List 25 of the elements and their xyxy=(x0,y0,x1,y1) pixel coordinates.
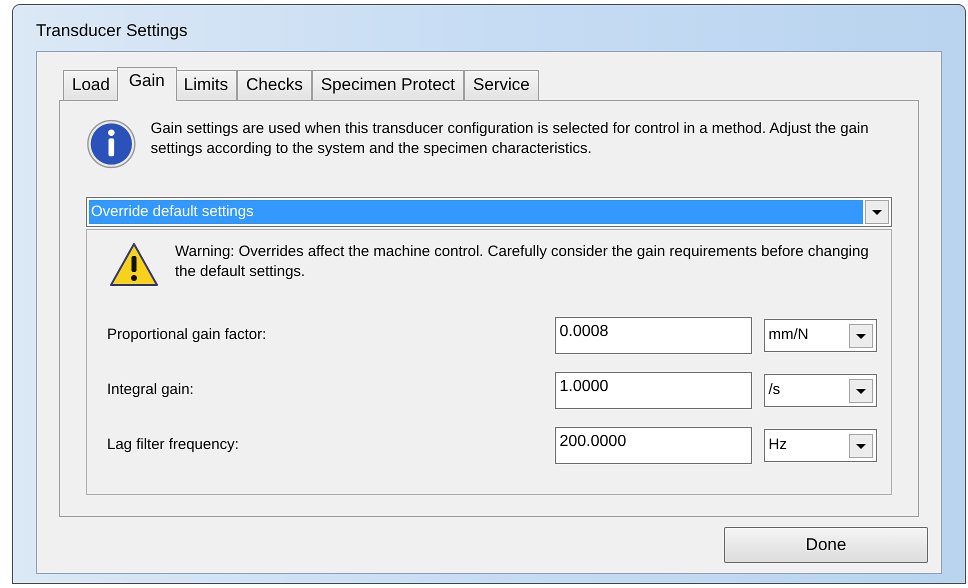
done-button[interactable]: Done xyxy=(724,527,928,563)
warning-text: Warning: Overrides affect the machine control. Carefully consider the gain requirements before changing the default settings. xyxy=(175,242,870,282)
tab[interactable]: Gain xyxy=(116,67,177,101)
value-field[interactable]: 200.0000 xyxy=(555,427,752,464)
unit-dropdown[interactable]: /s xyxy=(764,374,877,407)
dropdown-value: Override default settings xyxy=(89,200,863,224)
info-icon xyxy=(86,117,137,171)
tab[interactable]: Specimen Protect xyxy=(312,70,464,100)
field-label: Proportional gain factor: xyxy=(107,325,268,346)
unit-dropdown[interactable]: Hz xyxy=(764,429,877,462)
info-text: Gain settings are used when this transducer configuration is selected for control in a method. Adjust the gain settings according to the system and the specimen characteristics. xyxy=(150,119,870,159)
value-field[interactable]: 1.0000 xyxy=(555,372,752,409)
field-label: Lag filter frequency: xyxy=(107,435,240,456)
tab[interactable]: Service xyxy=(464,70,539,100)
tab[interactable]: Checks xyxy=(237,70,312,100)
caret-icon xyxy=(849,434,873,458)
unit-dropdown[interactable]: mm/N xyxy=(764,319,877,352)
window-title: Transducer Settings xyxy=(36,20,188,42)
caret-icon xyxy=(865,200,889,224)
tab[interactable]: Limits xyxy=(174,70,238,100)
value-field[interactable]: 0.0008 xyxy=(555,317,752,354)
caret-icon xyxy=(849,378,873,402)
tab[interactable]: Load xyxy=(63,70,119,100)
field-label: Integral gain: xyxy=(107,380,195,400)
caret-icon xyxy=(849,324,873,348)
